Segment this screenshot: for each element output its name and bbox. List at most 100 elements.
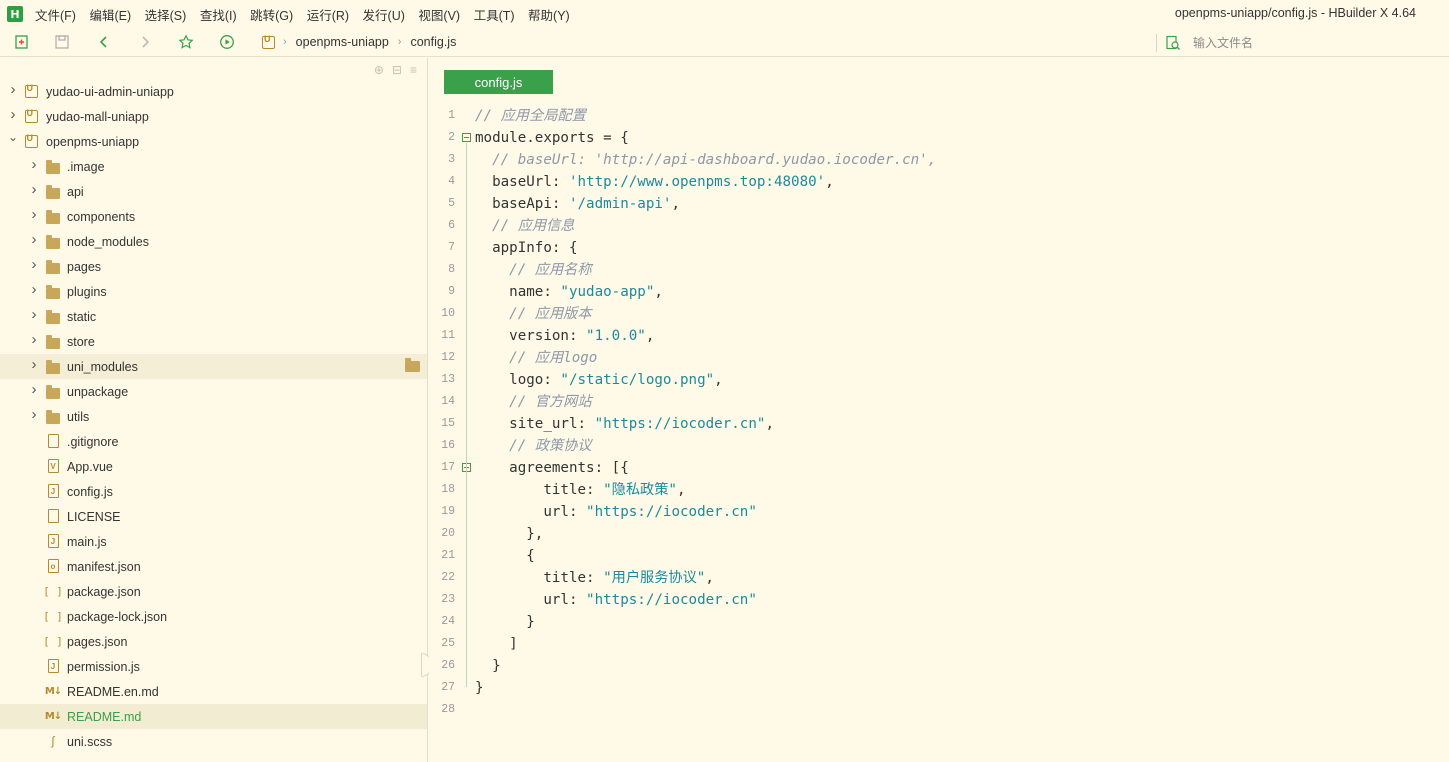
- code-line[interactable]: 16 // 政策协议: [429, 435, 1449, 457]
- tree-item-readme-md[interactable]: M↓ README.md: [0, 704, 427, 729]
- code-line[interactable]: 19 url: "https://iocoder.cn": [429, 501, 1449, 523]
- menu-run[interactable]: 运行(R): [307, 5, 349, 24]
- menu-file[interactable]: 文件(F): [35, 5, 76, 24]
- chevron-right-icon[interactable]: ›: [29, 356, 39, 373]
- chevron-right-icon[interactable]: ›: [8, 81, 18, 98]
- tree-item-label: store: [67, 334, 95, 349]
- project-icon: [24, 108, 38, 123]
- chevron-right-icon[interactable]: ›: [29, 331, 39, 348]
- code-line[interactable]: 4 baseUrl: 'http://www.openpms.top:48080…: [429, 171, 1449, 193]
- forward-icon[interactable]: [137, 34, 153, 50]
- star-icon[interactable]: [178, 34, 194, 50]
- breadcrumb-file[interactable]: config.js: [410, 35, 456, 49]
- run-icon[interactable]: [219, 34, 235, 50]
- tree-item-uni-scss[interactable]: ∫ uni.scss: [0, 729, 427, 754]
- tree-item-api[interactable]: › api: [0, 179, 427, 204]
- code-line[interactable]: 15 site_url: "https://iocoder.cn",: [429, 413, 1449, 435]
- code-area[interactable]: 1 // 应用全局配置 2 module.exports = {3 // baseUr…: [429, 105, 1449, 721]
- tree-item-package-json[interactable]: [ ] package.json: [0, 579, 427, 604]
- collapse-all-icon[interactable]: ⊟: [392, 63, 402, 77]
- code-line[interactable]: 3 // baseUrl: 'http://api-dashboard.yuda…: [429, 149, 1449, 171]
- chevron-right-icon[interactable]: ›: [29, 406, 39, 423]
- chevron-down-icon[interactable]: ⌄: [8, 130, 18, 144]
- file-search-input[interactable]: [1193, 36, 1393, 50]
- code-line[interactable]: 8 // 应用名称: [429, 259, 1449, 281]
- chevron-right-icon[interactable]: ›: [29, 231, 39, 248]
- open-folder-icon[interactable]: [405, 358, 420, 372]
- tree-item-image[interactable]: › .image: [0, 154, 427, 179]
- tree-item-uni-modules[interactable]: › uni_modules: [0, 354, 427, 379]
- breadcrumb-project[interactable]: openpms-uniapp: [296, 35, 389, 49]
- menu-goto[interactable]: 跳转(G): [250, 5, 293, 24]
- tree-item-pages-json[interactable]: [ ] pages.json: [0, 629, 427, 654]
- menu-icon[interactable]: ≡: [410, 63, 417, 77]
- menu-help[interactable]: 帮助(Y): [528, 5, 570, 24]
- tree-item-utils[interactable]: › utils: [0, 404, 427, 429]
- save-icon[interactable]: [54, 34, 70, 50]
- chevron-right-icon[interactable]: ›: [29, 281, 39, 298]
- code-line[interactable]: 24 }: [429, 611, 1449, 633]
- code-line[interactable]: 27}: [429, 677, 1449, 699]
- tree-item-static[interactable]: › static: [0, 304, 427, 329]
- menu-publish[interactable]: 发行(U): [363, 5, 405, 24]
- tab-config-js[interactable]: config.js: [444, 70, 553, 94]
- back-icon[interactable]: [96, 34, 112, 50]
- menu-select[interactable]: 选择(S): [145, 5, 187, 24]
- tree-item-gitignore[interactable]: .gitignore: [0, 429, 427, 454]
- tree-item-config-js[interactable]: Jconfig.js: [0, 479, 427, 504]
- code-line[interactable]: 1 // 应用全局配置: [429, 105, 1449, 127]
- tree-item-node-modules[interactable]: › node_modules: [0, 229, 427, 254]
- code-line[interactable]: 9 name: "yudao-app",: [429, 281, 1449, 303]
- locate-icon[interactable]: ⊕: [374, 63, 384, 77]
- tree-item-yudao-ui-admin-uniapp[interactable]: › yudao-ui-admin-uniapp: [0, 79, 427, 104]
- new-file-icon[interactable]: [14, 34, 30, 50]
- tree-item-unpackage[interactable]: › unpackage: [0, 379, 427, 404]
- fold-toggle-icon[interactable]: [462, 133, 471, 142]
- tree-item-permission-js[interactable]: Jpermission.js: [0, 654, 427, 679]
- menu-tools[interactable]: 工具(T): [474, 5, 515, 24]
- tree-item-yudao-mall-uniapp[interactable]: › yudao-mall-uniapp: [0, 104, 427, 129]
- chevron-right-icon[interactable]: ›: [29, 181, 39, 198]
- code-line[interactable]: 10 // 应用版本: [429, 303, 1449, 325]
- tree-item-app-vue[interactable]: V App.vue: [0, 454, 427, 479]
- code-line[interactable]: 20 },: [429, 523, 1449, 545]
- code-line[interactable]: 13 logo: "/static/logo.png",: [429, 369, 1449, 391]
- chevron-right-icon[interactable]: ›: [8, 106, 18, 123]
- tree-item-main-js[interactable]: Jmain.js: [0, 529, 427, 554]
- chevron-right-icon[interactable]: ›: [29, 256, 39, 273]
- code-line[interactable]: 25 ]: [429, 633, 1449, 655]
- code-line[interactable]: 23 url: "https://iocoder.cn": [429, 589, 1449, 611]
- tree-item-manifest-json[interactable]: o manifest.json: [0, 554, 427, 579]
- tree-item-label: unpackage: [67, 384, 129, 399]
- code-line[interactable]: 17 agreements: [{: [429, 457, 1449, 479]
- tree-item-store[interactable]: › store: [0, 329, 427, 354]
- code-line[interactable]: 26 }: [429, 655, 1449, 677]
- menu-find[interactable]: 查找(I): [200, 5, 237, 24]
- code-line[interactable]: 6 // 应用信息: [429, 215, 1449, 237]
- menu-edit[interactable]: 编辑(E): [89, 5, 131, 24]
- line-number: 15: [441, 417, 455, 430]
- tree-item-openpms-uniapp[interactable]: ⌄ openpms-uniapp: [0, 129, 427, 154]
- chevron-right-icon[interactable]: ›: [29, 156, 39, 173]
- code-line[interactable]: 28: [429, 699, 1449, 721]
- code-line[interactable]: 2 module.exports = {: [429, 127, 1449, 149]
- code-line[interactable]: 5 baseApi: '/admin-api',: [429, 193, 1449, 215]
- code-line[interactable]: 11 version: "1.0.0",: [429, 325, 1449, 347]
- chevron-right-icon[interactable]: ›: [29, 381, 39, 398]
- code-line[interactable]: 21 {: [429, 545, 1449, 567]
- tree-item-plugins[interactable]: › plugins: [0, 279, 427, 304]
- code-line[interactable]: 12 // 应用logo: [429, 347, 1449, 369]
- chevron-right-icon[interactable]: ›: [29, 306, 39, 323]
- tree-item-pages[interactable]: › pages: [0, 254, 427, 279]
- code-line[interactable]: 22 title: "用户服务协议",: [429, 567, 1449, 589]
- code-line[interactable]: 14 // 官方网站: [429, 391, 1449, 413]
- code-line[interactable]: 18 title: "隐私政策",: [429, 479, 1449, 501]
- code-line[interactable]: 7 appInfo: {: [429, 237, 1449, 259]
- menu-view[interactable]: 视图(V): [418, 5, 460, 24]
- chevron-right-icon[interactable]: ›: [29, 206, 39, 223]
- tree-item-license[interactable]: LICENSE: [0, 504, 427, 529]
- tree-item-readme-en-md[interactable]: M↓ README.en.md: [0, 679, 427, 704]
- tree-item-package-lock-json[interactable]: [ ] package-lock.json: [0, 604, 427, 629]
- tree-item-components[interactable]: › components: [0, 204, 427, 229]
- code-text: }: [475, 614, 535, 630]
